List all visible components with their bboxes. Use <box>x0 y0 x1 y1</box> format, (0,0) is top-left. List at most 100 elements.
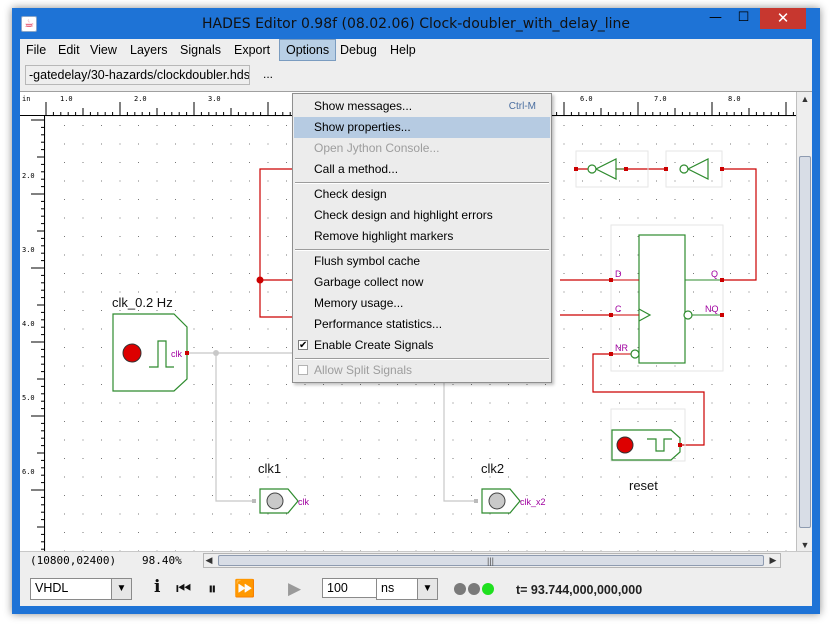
horizontal-scrollbar[interactable]: ◀ ||| ▶ <box>203 553 781 568</box>
ruler-label-top: 7.0 <box>654 95 667 103</box>
d-flipflop[interactable]: D C NR Q NQ <box>609 224 724 372</box>
menu-item-enable-create-signals[interactable]: ✔ Enable Create Signals <box>294 335 550 356</box>
menu-item-performance-stats[interactable]: Performance statistics... <box>294 314 550 335</box>
menu-file[interactable]: File <box>20 39 52 61</box>
simulation-toolbar: VHDL ▼ i ⏮ ⏸ ⏩ ▶ 100 ns ▼ t= 93.744,000,… <box>20 569 812 606</box>
time-step-input[interactable]: 100 <box>322 578 380 598</box>
menu-item-label: Check design and highlight errors <box>314 208 493 222</box>
title-bar[interactable]: ☕ HADES Editor 0.98f (08.02.06) Clock-do… <box>12 8 820 39</box>
probe-clk2[interactable]: clk2 clk_x2 <box>474 461 546 514</box>
inverter-2[interactable] <box>664 150 724 188</box>
scroll-down-icon[interactable]: ▼ <box>797 538 813 552</box>
ff-pin-nr: NR <box>615 343 628 353</box>
ff-pin-d: D <box>615 269 622 279</box>
scroll-up-icon[interactable]: ▲ <box>797 92 813 106</box>
probe1-port: clk <box>298 497 309 507</box>
menu-item-jython-console: Open Jython Console... <box>294 138 550 159</box>
ruler-label-top: 1.0 <box>60 95 73 103</box>
checkbox-checked-icon: ✔ <box>298 340 308 351</box>
chevron-down-icon[interactable]: ▼ <box>111 579 131 599</box>
ruler-label-left: 2.0 <box>22 172 35 180</box>
menu-item-label: Check design <box>314 187 387 201</box>
menu-debug[interactable]: Debug <box>334 39 383 61</box>
reset-switch[interactable]: reset <box>610 408 686 493</box>
menu-item-check-design-highlight[interactable]: Check design and highlight errors <box>294 205 550 226</box>
vertical-scroll-thumb[interactable] <box>799 156 811 528</box>
probe2-port: clk_x2 <box>520 497 546 507</box>
cursor-coordinates: (10800,02400) <box>30 554 117 567</box>
ff-pin-c: C <box>615 304 622 314</box>
menu-view[interactable]: View <box>84 39 123 61</box>
menu-item-label: Garbage collect now <box>314 275 424 289</box>
menu-edit[interactable]: Edit <box>52 39 86 61</box>
clock-port: clk <box>171 349 182 359</box>
menu-item-allow-split-signals: Allow Split Signals <box>294 360 550 381</box>
menu-item-garbage-collect[interactable]: Garbage collect now <box>294 272 550 293</box>
application-window: ☕ HADES Editor 0.98f (08.02.06) Clock-do… <box>12 8 820 614</box>
scroll-right-icon[interactable]: ▶ <box>767 554 779 567</box>
maximize-button[interactable]: ☐ <box>730 8 757 29</box>
menu-layers[interactable]: Layers <box>124 39 174 61</box>
minimize-button[interactable]: — <box>702 8 729 29</box>
menu-item-show-messages[interactable]: Show messages... Ctrl-M <box>294 96 550 117</box>
scroll-grip-icon: ||| <box>487 556 495 566</box>
shortcut-label: Ctrl-M <box>508 101 536 112</box>
menu-item-show-properties[interactable]: Show properties... <box>294 117 550 138</box>
menu-bar: File Edit View Layers Signals Export Opt… <box>20 39 812 61</box>
scroll-left-icon[interactable]: ◀ <box>203 554 215 567</box>
vertical-scrollbar[interactable]: ▲ ▼ <box>796 92 812 552</box>
ruler-label-top: 3.0 <box>208 95 221 103</box>
vertical-ruler: 2.0 3.0 4.0 5.0 6.0 <box>20 116 45 552</box>
ruler-label-top: 6.0 <box>580 95 593 103</box>
menu-item-memory-usage[interactable]: Memory usage... <box>294 293 550 314</box>
menu-export[interactable]: Export <box>228 39 276 61</box>
ruler-label-left: 5.0 <box>22 394 35 402</box>
horizontal-scroll-thumb[interactable]: ||| <box>218 555 764 566</box>
menu-item-label: Allow Split Signals <box>314 363 413 377</box>
ff-pin-nq: NQ <box>705 304 719 314</box>
rewind-icon[interactable]: ⏮ <box>176 579 191 599</box>
menu-item-check-design[interactable]: Check design <box>294 184 550 205</box>
chevron-down-icon[interactable]: ▼ <box>417 579 437 599</box>
menu-item-remove-highlight[interactable]: Remove highlight markers <box>294 226 550 247</box>
ff-pin-q: Q <box>711 269 718 279</box>
menu-item-label: Flush symbol cache <box>314 254 421 268</box>
reset-label: reset <box>629 478 658 493</box>
pause-icon[interactable]: ⏸ <box>208 579 217 599</box>
language-select[interactable]: VHDL ▼ <box>30 578 132 600</box>
ruler-unit: in <box>22 95 31 103</box>
browse-button[interactable]: ... <box>258 65 278 85</box>
time-unit-value: ns <box>381 581 395 595</box>
time-unit-select[interactable]: ns ▼ <box>376 578 438 600</box>
menu-options[interactable]: Options <box>279 39 337 61</box>
info-icon[interactable]: i <box>154 577 160 597</box>
status-row: (10800,02400) 98.40% ◀ ||| ▶ <box>20 551 812 569</box>
menu-signals[interactable]: Signals <box>174 39 227 61</box>
design-path-field[interactable]: -gatedelay/30-hazards/clockdoubler.hds <box>25 65 250 85</box>
menu-help[interactable]: Help <box>384 39 422 61</box>
menu-item-label: Show properties... <box>314 120 411 134</box>
ruler-label-top: 8.0 <box>728 95 741 103</box>
step-icon[interactable]: ▶ <box>288 579 301 599</box>
client-area: File Edit View Layers Signals Export Opt… <box>20 39 812 606</box>
probe-clk1[interactable]: clk1 clk <box>252 461 309 514</box>
ruler-label-left: 4.0 <box>22 320 35 328</box>
fast-forward-icon[interactable]: ⏩ <box>234 579 255 599</box>
checkbox-unchecked-icon <box>298 365 308 375</box>
menu-item-label: Enable Create Signals <box>314 338 434 352</box>
menu-item-call-method[interactable]: Call a method... <box>294 159 550 180</box>
ruler-label-top: 2.0 <box>134 95 147 103</box>
menu-item-label: Open Jython Console... <box>314 141 440 155</box>
menu-item-flush-cache[interactable]: Flush symbol cache <box>294 251 550 272</box>
simulation-time: t= 93.744,000,000,000 <box>516 583 643 597</box>
language-value: VHDL <box>35 581 69 595</box>
window-title: HADES Editor 0.98f (08.02.06) Clock-doub… <box>202 16 630 32</box>
ruler-label-left: 6.0 <box>22 468 35 476</box>
clock-generator[interactable]: clk_0.2 Hz clk <box>112 295 189 392</box>
status-led-3 <box>482 583 494 595</box>
menu-item-label: Performance statistics... <box>314 317 443 331</box>
close-button[interactable]: ✕ <box>760 8 806 29</box>
path-bar: -gatedelay/30-hazards/clockdoubler.hds .… <box>20 61 812 89</box>
probe2-label: clk2 <box>481 461 504 476</box>
menu-item-label: Call a method... <box>314 162 399 176</box>
